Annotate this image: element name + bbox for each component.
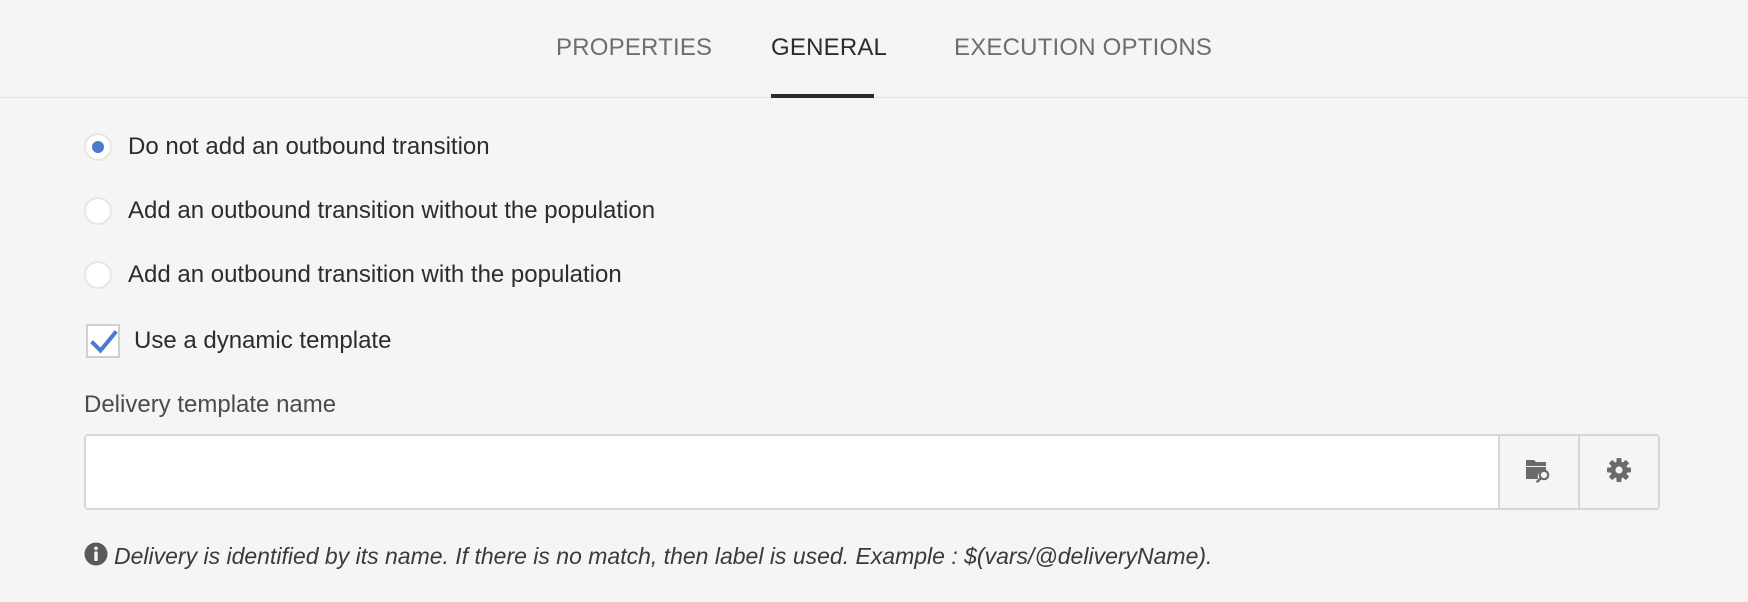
radio-button[interactable] (84, 133, 112, 161)
folder-search-icon (1525, 457, 1553, 488)
delivery-template-field-group (84, 434, 1660, 510)
checkmark-icon (90, 330, 118, 354)
info-icon (84, 542, 108, 571)
radio-label: Add an outbound transition with the popu… (128, 261, 622, 288)
delivery-template-label: Delivery template name (84, 391, 337, 418)
help-note: Delivery is identified by its name. If t… (84, 542, 1212, 571)
radio-option-transition-without-population[interactable]: Add an outbound transition without the p… (84, 194, 655, 228)
dynamic-template-option[interactable]: Use a dynamic template (86, 324, 391, 358)
dynamic-template-checkbox[interactable] (86, 324, 120, 358)
tab-general[interactable]: GENERAL (771, 34, 887, 62)
template-settings-button[interactable] (1578, 436, 1658, 508)
radio-label: Do not add an outbound transition (128, 133, 490, 160)
radio-option-transition-with-population[interactable]: Add an outbound transition with the popu… (84, 258, 622, 292)
radio-button[interactable] (84, 197, 112, 225)
tab-execution-options[interactable]: EXECUTION OPTIONS (954, 34, 1212, 62)
tab-properties[interactable]: PROPERTIES (556, 34, 712, 62)
radio-label: Add an outbound transition without the p… (128, 197, 656, 224)
workflow-activity-panel: PROPERTIES GENERAL EXECUTION OPTIONS Do … (0, 0, 1748, 602)
dynamic-template-label: Use a dynamic template (134, 327, 392, 354)
radio-button[interactable] (84, 261, 112, 289)
browse-template-button[interactable] (1498, 436, 1578, 508)
radio-option-no-transition[interactable]: Do not add an outbound transition (84, 130, 490, 164)
gear-icon (1606, 457, 1632, 488)
tab-bar: PROPERTIES GENERAL EXECUTION OPTIONS (0, 0, 1748, 98)
delivery-template-input[interactable] (86, 436, 1498, 508)
help-text: Delivery is identified by its name. If t… (114, 543, 1213, 569)
active-tab-indicator (771, 94, 874, 98)
